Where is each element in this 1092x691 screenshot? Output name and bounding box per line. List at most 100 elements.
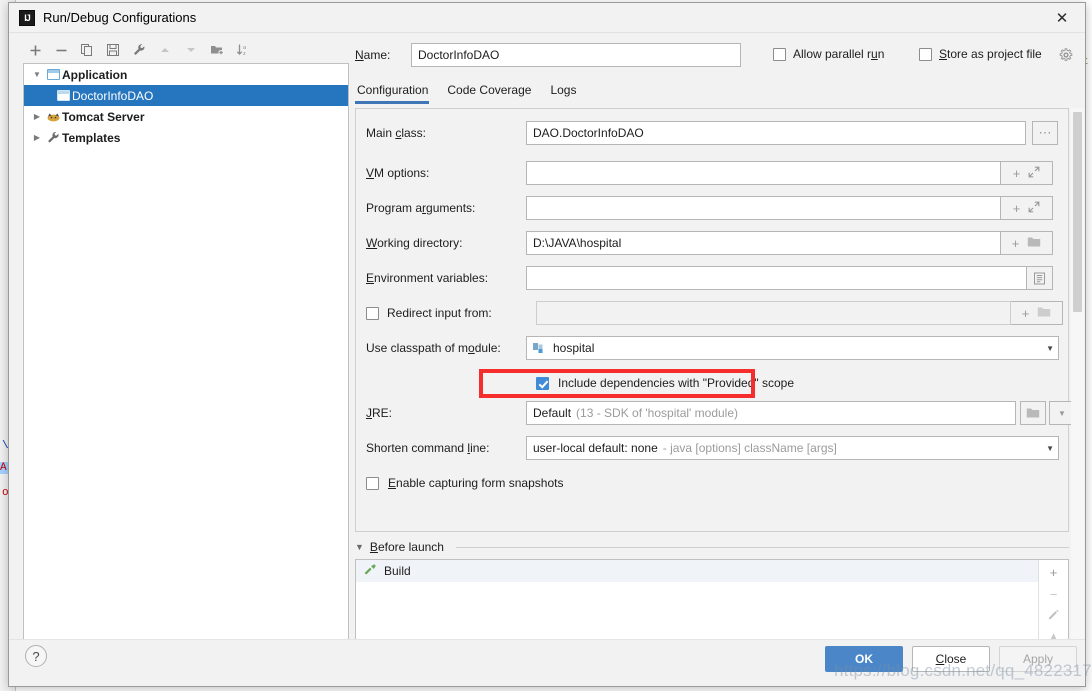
add-icon: +: [1021, 305, 1030, 321]
gear-icon[interactable]: [1059, 48, 1073, 62]
wrench-icon[interactable]: [127, 39, 151, 61]
move-down-button[interactable]: [179, 39, 203, 61]
folder-icon[interactable]: [1027, 236, 1041, 251]
store-as-project-file-checkbox[interactable]: Store as project file: [919, 47, 1042, 61]
copy-configuration-button[interactable]: [75, 39, 99, 61]
vm-options-label: VM options:: [366, 166, 430, 180]
ok-button[interactable]: OK: [825, 646, 903, 672]
environment-variables-input[interactable]: [526, 266, 1027, 290]
configuration-form: Main class: DAO.DoctorInfoDAO ⋯ VM optio…: [355, 108, 1075, 532]
close-icon[interactable]: ✕: [1039, 3, 1085, 33]
enable-form-snapshots-checkbox[interactable]: Enable capturing form snapshots: [366, 471, 563, 495]
expand-icon[interactable]: [1028, 166, 1040, 181]
environment-variables-row: Environment variables:: [366, 266, 1053, 290]
working-directory-row: Working directory: D:\JAVA\hospital +: [366, 231, 1053, 255]
chevron-down-icon[interactable]: ▼: [1038, 344, 1054, 353]
tree-item-doctorinfodao[interactable]: DoctorInfoDAO: [24, 85, 348, 106]
add-before-launch-task-button[interactable]: +: [1045, 565, 1063, 580]
editor-tabs: Configuration Code Coverage Logs: [355, 80, 593, 108]
shorten-command-line-label: Shorten command line:: [366, 441, 490, 455]
tab-code-coverage[interactable]: Code Coverage: [445, 80, 540, 104]
checkbox-box[interactable]: [773, 47, 786, 61]
shorten-command-line-combobox[interactable]: user-local default: none - java [options…: [526, 436, 1059, 460]
checkbox-box[interactable]: [366, 476, 379, 490]
environment-variables-label: Environment variables:: [366, 271, 489, 285]
checkbox-box[interactable]: [536, 376, 549, 390]
wrench-icon: [44, 131, 62, 144]
run-debug-configurations-dialog: IJ Run/Debug Configurations ✕ a z ▼ Appl…: [8, 2, 1086, 687]
chevron-down-icon[interactable]: ▼: [30, 68, 44, 82]
redirect-input-label: Redirect input from:: [387, 306, 492, 320]
working-directory-buttons: +: [1001, 231, 1053, 255]
remove-configuration-button[interactable]: [49, 39, 73, 61]
name-input[interactable]: DoctorInfoDAO: [411, 43, 741, 67]
tomcat-icon: [44, 110, 62, 123]
chevron-down-icon[interactable]: ▼: [355, 542, 364, 552]
tree-item-templates[interactable]: ▶ Templates: [24, 127, 348, 148]
classpath-module-value: hospital: [553, 341, 595, 355]
main-class-input[interactable]: DAO.DoctorInfoDAO: [526, 121, 1026, 145]
chevron-down-icon[interactable]: ▼: [1038, 444, 1054, 453]
before-launch-title: Before launch: [369, 540, 444, 554]
program-arguments-input[interactable]: [526, 196, 1001, 220]
redirect-input-field: [536, 301, 1011, 325]
dialog-footer: ? OK Close Apply: [9, 639, 1085, 686]
configuration-tree-toolbar: az: [23, 37, 349, 63]
redirect-input-checkbox[interactable]: Redirect input from:: [366, 306, 526, 320]
tree-item-tomcat-server[interactable]: ▶ Tomcat Server: [24, 106, 348, 127]
sort-az-icon[interactable]: az: [231, 39, 255, 61]
tab-logs[interactable]: Logs: [548, 80, 585, 104]
configuration-tree[interactable]: ▼ Application DoctorInfoDAO ▶ Tomcat Ser…: [23, 63, 349, 641]
redirect-input-buttons: +: [1011, 301, 1063, 325]
classpath-module-combobox[interactable]: hospital ▼: [526, 336, 1059, 360]
add-icon[interactable]: +: [1013, 166, 1021, 181]
dialog-title: Run/Debug Configurations: [43, 10, 197, 25]
program-arguments-label: Program arguments:: [366, 201, 476, 215]
dialog-titlebar: IJ Run/Debug Configurations ✕: [9, 3, 1085, 33]
before-launch-header[interactable]: ▼ Before launch: [355, 537, 1069, 557]
checkbox-box[interactable]: [366, 306, 379, 320]
intellij-logo-text: IJ: [24, 13, 30, 23]
main-class-browse-button[interactable]: ⋯: [1032, 121, 1058, 145]
folder-add-icon[interactable]: [205, 39, 229, 61]
shorten-command-line-hint: - java [options] className [args]: [662, 441, 837, 455]
tree-item-application[interactable]: ▼ Application: [24, 64, 348, 85]
main-class-label: Main class:: [366, 126, 427, 140]
expand-icon[interactable]: [1028, 201, 1040, 216]
working-directory-input[interactable]: D:\JAVA\hospital: [526, 231, 1001, 255]
remove-before-launch-task-button[interactable]: −: [1045, 587, 1063, 602]
checkbox-box[interactable]: [919, 47, 932, 61]
include-provided-scope-checkbox[interactable]: Include dependencies with "Provided" sco…: [536, 371, 794, 395]
tab-configuration[interactable]: Configuration: [355, 80, 437, 104]
configuration-editor-pane: Name: DoctorInfoDAO Allow parallel run S…: [349, 37, 1085, 644]
pencil-icon[interactable]: [1045, 609, 1063, 622]
tree-item-label: Templates: [62, 130, 121, 145]
shorten-command-line-row: Shorten command line: user-local default…: [366, 436, 1059, 460]
form-scrollbar[interactable]: [1071, 108, 1084, 641]
add-icon[interactable]: +: [1013, 201, 1021, 216]
before-launch-task-label: Build: [384, 564, 411, 578]
store-as-project-file-label: Store as project file: [939, 47, 1042, 61]
help-button[interactable]: ?: [25, 645, 47, 667]
tree-item-label: Tomcat Server: [62, 109, 145, 124]
jre-browse-button[interactable]: [1020, 401, 1046, 425]
before-launch-task-item[interactable]: Build: [356, 560, 1038, 582]
add-configuration-button[interactable]: [23, 39, 47, 61]
jre-value-hint: (13 - SDK of 'hospital' module): [576, 406, 739, 420]
chevron-right-icon[interactable]: ▶: [30, 110, 44, 124]
chevron-right-icon[interactable]: ▶: [30, 131, 44, 145]
jre-combobox[interactable]: Default (13 - SDK of 'hospital' module): [526, 401, 1016, 425]
close-button[interactable]: Close: [912, 646, 990, 672]
move-up-button[interactable]: [153, 39, 177, 61]
before-launch-task-list[interactable]: Build: [356, 560, 1038, 640]
environment-variables-editor-button[interactable]: [1027, 266, 1053, 290]
allow-parallel-run-checkbox[interactable]: Allow parallel run: [773, 47, 884, 61]
vm-options-input[interactable]: [526, 161, 1001, 185]
enable-form-snapshots-label: Enable capturing form snapshots: [388, 476, 564, 490]
module-icon: [533, 342, 547, 354]
name-row: Name: DoctorInfoDAO: [355, 43, 741, 67]
build-hammer-icon: [363, 563, 377, 580]
form-scrollbar-thumb[interactable]: [1073, 112, 1082, 312]
save-configuration-button[interactable]: [101, 39, 125, 61]
add-icon[interactable]: +: [1012, 236, 1020, 251]
